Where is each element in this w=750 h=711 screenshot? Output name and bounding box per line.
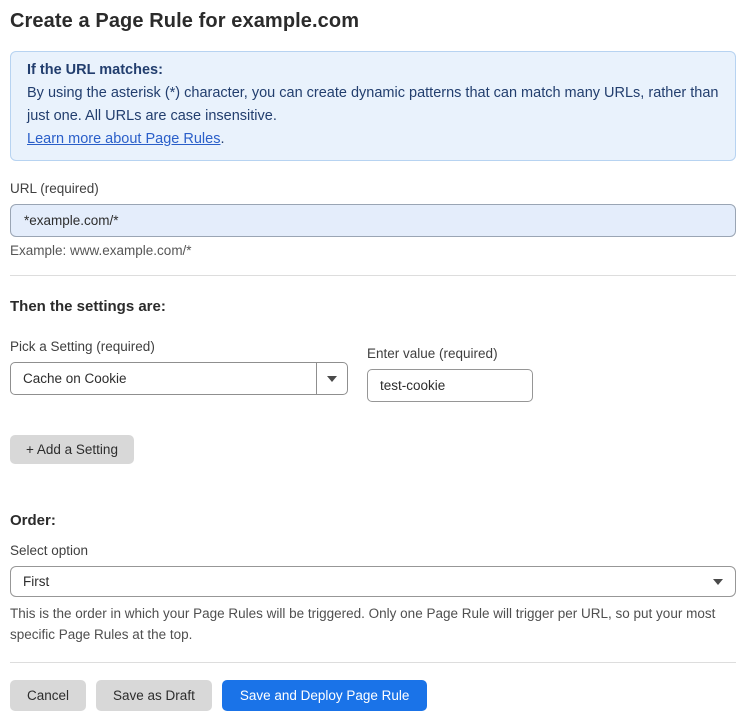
cancel-button[interactable]: Cancel <box>10 680 87 711</box>
info-link-row: Learn more about Page Rules. <box>27 128 719 151</box>
info-box-body: By using the asterisk (*) character, you… <box>27 85 719 124</box>
section-divider <box>10 275 736 276</box>
info-box-heading: If the URL matches: <box>27 62 163 78</box>
url-field-group: URL (required) Example: www.example.com/… <box>10 181 736 258</box>
footer-divider <box>10 662 736 663</box>
setting-value-input[interactable] <box>367 369 533 402</box>
caret-down-icon <box>316 363 347 394</box>
url-input[interactable] <box>10 204 736 237</box>
save-deploy-button[interactable]: Save and Deploy Page Rule <box>221 680 428 711</box>
setting-picker-label: Pick a Setting (required) <box>10 339 155 354</box>
order-select-value: First <box>23 574 50 589</box>
learn-more-link[interactable]: Learn more about Page Rules <box>27 131 220 147</box>
setting-value-group: Enter value (required) <box>367 346 533 402</box>
settings-row: Pick a Setting (required) Cache on Cooki… <box>10 339 736 402</box>
order-select[interactable]: First <box>10 566 736 597</box>
add-setting-button[interactable]: + Add a Setting <box>10 435 134 464</box>
link-period: . <box>220 131 225 147</box>
url-example-hint: Example: www.example.com/* <box>10 243 192 258</box>
create-page-rule-panel: Create a Page Rule for example.com If th… <box>0 0 750 711</box>
setting-select-value: Cache on Cookie <box>23 371 127 386</box>
order-select-label: Select option <box>10 543 89 558</box>
caret-down-icon <box>327 375 337 382</box>
order-help-text: This is the order in which your Page Rul… <box>10 606 716 642</box>
setting-picker-group: Pick a Setting (required) Cache on Cooki… <box>10 339 348 402</box>
enter-value-label: Enter value (required) <box>367 346 498 361</box>
caret-down-icon <box>713 578 723 585</box>
order-heading: Order: <box>10 512 56 529</box>
save-draft-button[interactable]: Save as Draft <box>96 680 212 711</box>
url-match-info-box: If the URL matches: By using the asteris… <box>10 51 736 161</box>
setting-select[interactable]: Cache on Cookie <box>10 362 348 395</box>
url-label: URL (required) <box>10 181 99 196</box>
page-title: Create a Page Rule for example.com <box>10 10 360 32</box>
settings-heading: Then the settings are: <box>10 298 166 315</box>
footer-actions: Cancel Save as Draft Save and Deploy Pag… <box>10 680 736 711</box>
